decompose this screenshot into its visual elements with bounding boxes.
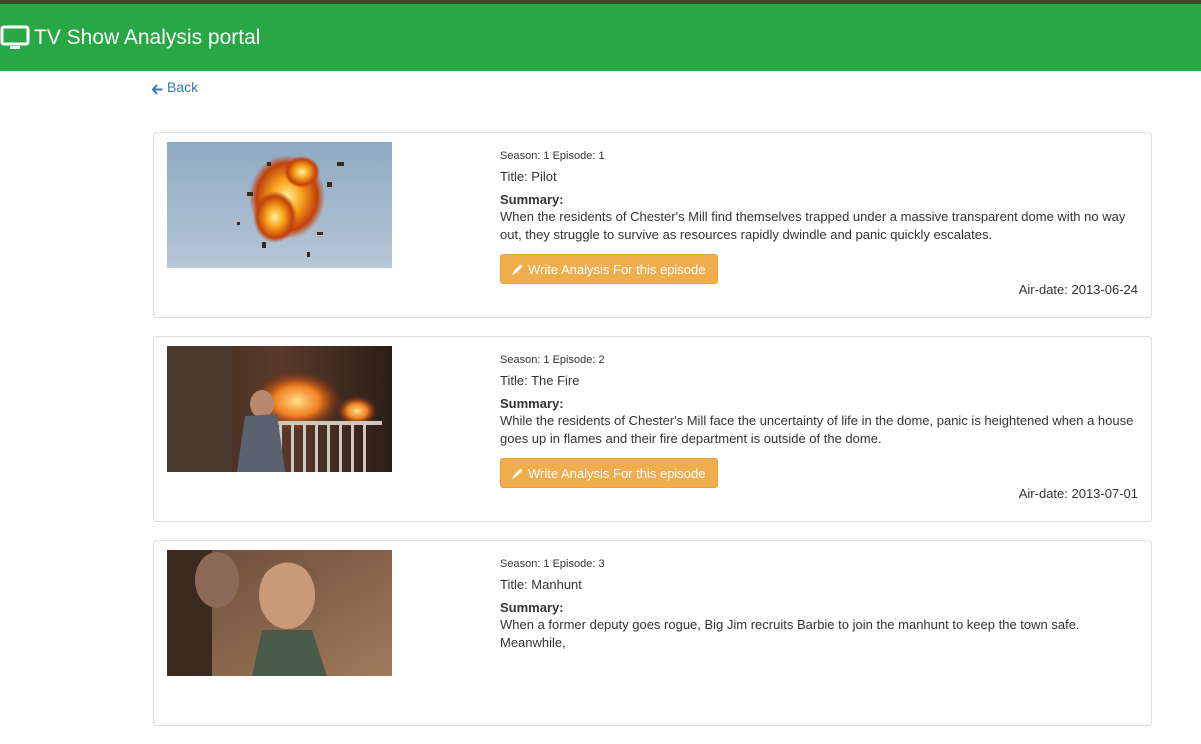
episode-summary: When a former deputy goes rogue, Big Jim… — [500, 617, 1080, 650]
episode-meta: Season: 1 Episode: 3 — [500, 558, 605, 570]
summary-label: Summary: — [500, 192, 564, 207]
tv-icon — [0, 25, 30, 51]
write-analysis-label: Write Analysis For this episode — [528, 261, 706, 277]
episode-meta: Season: 1 Episode: 1 — [500, 150, 605, 162]
episode-card: Season: 1 Episode: 1 Title: Pilot Summar… — [153, 132, 1152, 318]
episode-card: Season: 1 Episode: 2 Title: The Fire Sum… — [153, 336, 1152, 522]
episode-summary: When the residents of Chester's Mill fin… — [500, 209, 1126, 242]
write-analysis-button[interactable]: Write Analysis For this episode — [500, 254, 718, 284]
episode-title: Title: Manhunt — [500, 577, 582, 592]
episode-card: Season: 1 Episode: 3 Title: Manhunt Summ… — [153, 540, 1152, 726]
episode-list: Season: 1 Episode: 1 Title: Pilot Summar… — [153, 132, 1152, 744]
episode-thumbnail — [167, 346, 392, 472]
episode-info: Season: 1 Episode: 2 Title: The Fire Sum… — [500, 353, 1140, 488]
back-link[interactable]: Back — [151, 79, 199, 95]
brand[interactable]: TV Show Analysis portal — [0, 25, 260, 51]
pencil-icon — [511, 467, 524, 480]
write-analysis-label: Write Analysis For this episode — [528, 465, 706, 481]
air-date: Air-date: 2013-06-24 — [1018, 282, 1138, 297]
episode-thumbnail — [167, 142, 392, 268]
write-analysis-button[interactable]: Write Analysis For this episode — [500, 458, 718, 488]
episode-summary: While the residents of Chester's Mill fa… — [500, 413, 1134, 446]
episode-info: Season: 1 Episode: 3 Title: Manhunt Summ… — [500, 557, 1140, 652]
episode-meta: Season: 1 Episode: 2 — [500, 354, 605, 366]
back-label: Back — [167, 79, 199, 95]
arrow-left-icon — [151, 82, 163, 95]
navbar: TV Show Analysis portal — [0, 4, 1201, 71]
summary-label: Summary: — [500, 600, 564, 615]
pencil-icon — [511, 263, 524, 276]
episode-info: Season: 1 Episode: 1 Title: Pilot Summar… — [500, 149, 1140, 284]
app-title: TV Show Analysis portal — [34, 25, 261, 49]
episode-title: Title: The Fire — [500, 373, 580, 388]
episode-title: Title: Pilot — [500, 169, 557, 184]
summary-label: Summary: — [500, 396, 564, 411]
air-date: Air-date: 2013-07-01 — [1018, 486, 1138, 501]
episode-thumbnail — [167, 550, 392, 676]
